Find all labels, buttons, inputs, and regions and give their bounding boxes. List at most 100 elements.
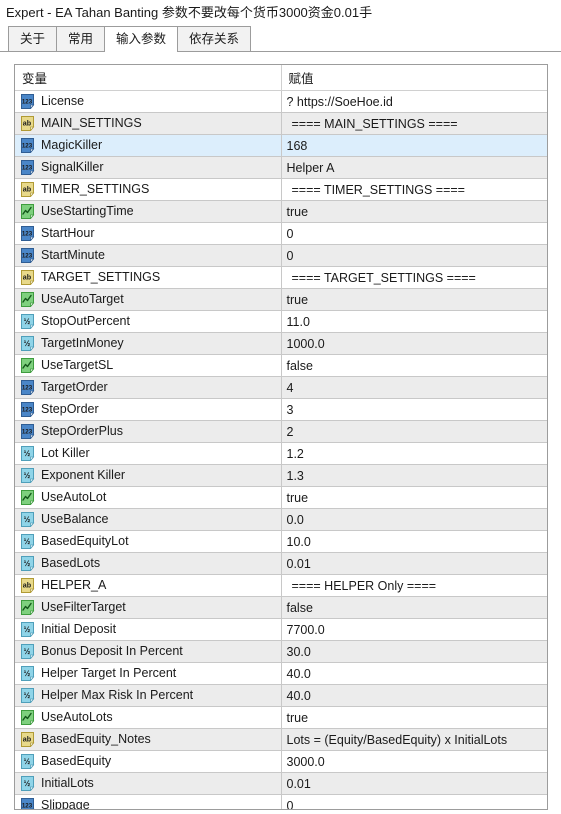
parameter-value-cell[interactable]: 40.0 <box>280 684 547 707</box>
table-row[interactable]: 123 SignalKiller Helper A <box>15 156 547 179</box>
table-row[interactable]: ½ BasedEquityLot 10.0 <box>15 530 547 553</box>
parameter-name-cell[interactable]: 123 StepOrderPlus <box>15 420 281 443</box>
table-row[interactable]: ab TARGET_SETTINGS ==== TARGET_SETTINGS ==… <box>15 266 547 289</box>
table-row[interactable]: UseAutoLots true <box>15 706 547 729</box>
tab-1[interactable]: 关于 <box>8 26 58 51</box>
parameter-value-cell[interactable]: true <box>280 200 547 223</box>
tab-2[interactable]: 常用 <box>56 26 106 51</box>
parameter-name-cell[interactable]: ½ InitialLots <box>15 772 281 795</box>
parameter-name-cell[interactable]: ½ BasedEquityLot <box>15 530 281 553</box>
table-row[interactable]: ab HELPER_A ==== HELPER Only ==== <box>15 574 547 597</box>
parameter-value-cell[interactable]: 1.2 <box>280 442 547 465</box>
parameter-name-cell[interactable]: ½ BasedLots <box>15 552 281 575</box>
parameter-value-cell[interactable]: 10.0 <box>280 530 547 553</box>
parameter-name-cell[interactable]: ½ Initial Deposit <box>15 618 281 641</box>
table-row[interactable]: 123 StartMinute 0 <box>15 244 547 267</box>
parameter-value-cell[interactable]: 2 <box>280 420 547 443</box>
table-row[interactable]: ½ StopOutPercent 11.0 <box>15 310 547 333</box>
parameter-name-cell[interactable]: UseStartingTime <box>15 200 281 223</box>
parameter-value-cell[interactable]: 0.01 <box>280 772 547 795</box>
parameter-name-cell[interactable]: ab BasedEquity_Notes <box>15 728 281 751</box>
parameter-name-cell[interactable]: ½ StopOutPercent <box>15 310 281 333</box>
table-row[interactable]: ½ Lot Killer 1.2 <box>15 442 547 465</box>
parameter-name-cell[interactable]: ½ TargetInMoney <box>15 332 281 355</box>
table-row[interactable]: ab BasedEquity_Notes Lots = (Equity/BasedE… <box>15 728 547 751</box>
parameter-value-cell[interactable]: 0.0 <box>280 508 547 531</box>
parameter-value-cell[interactable]: false <box>280 596 547 619</box>
table-row[interactable]: UseTargetSL false <box>15 354 547 377</box>
table-row[interactable]: UseAutoTarget true <box>15 288 547 311</box>
table-row[interactable]: UseFilterTarget false <box>15 596 547 619</box>
table-row[interactable]: ½ BasedEquity 3000.0 <box>15 750 547 773</box>
parameter-name-cell[interactable]: ½ Bonus Deposit In Percent <box>15 640 281 663</box>
table-row[interactable]: ½ Initial Deposit 7700.0 <box>15 618 547 641</box>
parameter-name-cell[interactable]: 123 StepOrder <box>15 398 281 421</box>
parameter-value-cell[interactable]: 0 <box>280 222 547 245</box>
column-header-value[interactable]: 赋值 <box>280 65 547 91</box>
parameter-name-cell[interactable]: 123 License <box>15 90 281 113</box>
table-row[interactable]: ½ Helper Max Risk In Percent 40.0 <box>15 684 547 707</box>
parameter-value-cell[interactable]: 1.3 <box>280 464 547 487</box>
table-row[interactable]: 123 StartHour 0 <box>15 222 547 245</box>
parameter-name-cell[interactable]: 123 StartMinute <box>15 244 281 267</box>
parameter-name-cell[interactable]: UseAutoLots <box>15 706 281 729</box>
parameter-value-cell[interactable]: 0.01 <box>280 552 547 575</box>
parameter-name-cell[interactable]: 123 TargetOrder <box>15 376 281 399</box>
table-row[interactable]: UseAutoLot true <box>15 486 547 509</box>
parameter-value-cell[interactable]: false <box>280 354 547 377</box>
parameter-value-cell[interactable]: Lots = (Equity/BasedEquity) x InitialLot… <box>280 728 547 751</box>
parameter-value-cell[interactable]: 40.0 <box>280 662 547 685</box>
parameter-name-cell[interactable]: UseAutoTarget <box>15 288 281 311</box>
parameter-name-cell[interactable]: ½ Helper Target In Percent <box>15 662 281 685</box>
parameter-value-cell[interactable]: 0 <box>280 794 547 809</box>
parameter-value-cell[interactable]: ==== TIMER_SETTINGS ==== <box>280 178 547 201</box>
table-row[interactable]: 123 License ? https://SoeHoe.id <box>15 90 547 113</box>
parameter-name-cell[interactable]: ½ Helper Max Risk In Percent <box>15 684 281 707</box>
parameter-value-cell[interactable]: 3000.0 <box>280 750 547 773</box>
parameter-value-cell[interactable]: true <box>280 486 547 509</box>
parameter-name-cell[interactable]: 123 Slippage <box>15 794 281 809</box>
parameter-value-cell[interactable]: 7700.0 <box>280 618 547 641</box>
parameter-name-cell[interactable]: UseFilterTarget <box>15 596 281 619</box>
parameter-value-cell[interactable]: 0 <box>280 244 547 267</box>
parameter-name-cell[interactable]: 123 MagicKiller <box>15 134 281 157</box>
table-row[interactable]: ab TIMER_SETTINGS ==== TIMER_SETTINGS ==== <box>15 178 547 201</box>
table-row[interactable]: ½ BasedLots 0.01 <box>15 552 547 575</box>
parameter-name-cell[interactable]: UseTargetSL <box>15 354 281 377</box>
tab-3-selected[interactable]: 输入参数 <box>104 26 179 52</box>
parameter-name-cell[interactable]: ½ UseBalance <box>15 508 281 531</box>
table-row[interactable]: ½ Exponent Killer 1.3 <box>15 464 547 487</box>
parameter-name-cell[interactable]: ½ Lot Killer <box>15 442 281 465</box>
parameter-value-cell[interactable]: ==== HELPER Only ==== <box>280 574 547 597</box>
table-row[interactable]: ½ TargetInMoney 1000.0 <box>15 332 547 355</box>
table-row[interactable]: 123 MagicKiller 168 <box>15 134 547 157</box>
parameter-value-cell[interactable]: 168 <box>280 134 547 157</box>
parameter-name-cell[interactable]: ab HELPER_A <box>15 574 281 597</box>
parameter-value-cell[interactable]: ? https://SoeHoe.id <box>280 90 547 113</box>
parameter-value-cell[interactable]: true <box>280 706 547 729</box>
parameter-value-cell[interactable]: 30.0 <box>280 640 547 663</box>
parameter-name-cell[interactable]: ½ Exponent Killer <box>15 464 281 487</box>
parameter-value-cell[interactable]: 3 <box>280 398 547 421</box>
parameter-value-cell[interactable]: ==== MAIN_SETTINGS ==== <box>280 112 547 135</box>
table-row[interactable]: 123 StepOrderPlus 2 <box>15 420 547 443</box>
parameter-value-cell[interactable]: true <box>280 288 547 311</box>
table-row[interactable]: 123 Slippage 0 <box>15 794 547 809</box>
table-row[interactable]: ½ Bonus Deposit In Percent 30.0 <box>15 640 547 663</box>
table-row[interactable]: ½ Helper Target In Percent 40.0 <box>15 662 547 685</box>
parameter-name-cell[interactable]: 123 StartHour <box>15 222 281 245</box>
parameter-value-cell[interactable]: 1000.0 <box>280 332 547 355</box>
table-row[interactable]: ½ UseBalance 0.0 <box>15 508 547 531</box>
parameter-value-cell[interactable]: 4 <box>280 376 547 399</box>
table-row[interactable]: ab MAIN_SETTINGS ==== MAIN_SETTINGS ==== <box>15 112 547 135</box>
parameter-value-cell[interactable]: ==== TARGET_SETTINGS ==== <box>280 266 547 289</box>
parameter-name-cell[interactable]: ab MAIN_SETTINGS <box>15 112 281 135</box>
table-row[interactable]: ½ InitialLots 0.01 <box>15 772 547 795</box>
table-row[interactable]: 123 StepOrder 3 <box>15 398 547 421</box>
parameter-value-cell[interactable]: Helper A <box>280 156 547 179</box>
parameter-name-cell[interactable]: 123 SignalKiller <box>15 156 281 179</box>
parameter-name-cell[interactable]: ab TIMER_SETTINGS <box>15 178 281 201</box>
table-row[interactable]: UseStartingTime true <box>15 200 547 223</box>
table-row[interactable]: 123 TargetOrder 4 <box>15 376 547 399</box>
parameter-name-cell[interactable]: ½ BasedEquity <box>15 750 281 773</box>
